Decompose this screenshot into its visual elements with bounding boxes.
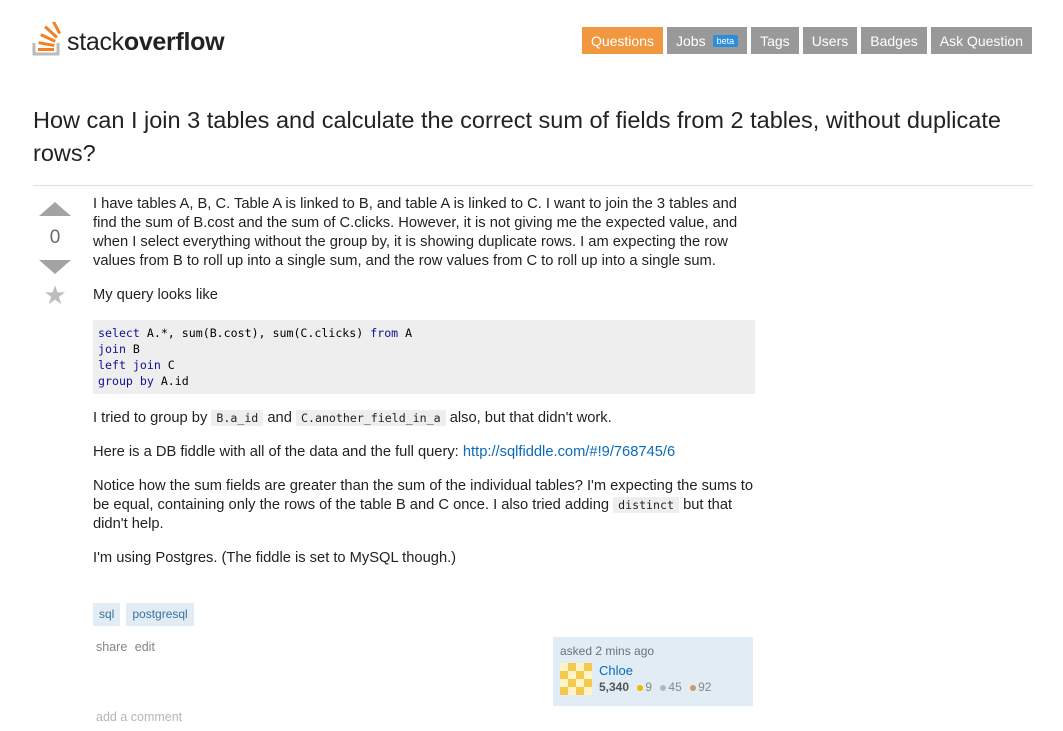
post-paragraph: Here is a DB fiddle with all of the data… bbox=[93, 444, 676, 460]
nav-jobs-label: Jobs bbox=[676, 32, 706, 49]
vote-cell: 0 ★ bbox=[38, 200, 72, 308]
share-link[interactable]: share bbox=[96, 640, 127, 654]
inline-code: C.another_field_in_a bbox=[296, 410, 446, 426]
beta-badge: beta bbox=[712, 34, 739, 47]
bronze-badge-count: 92 bbox=[698, 680, 712, 694]
fiddle-link[interactable]: http://sqlfiddle.com/#!9/768745/6 bbox=[463, 444, 675, 460]
site-logo[interactable]: stackoverflow bbox=[32, 20, 225, 56]
nav-tags[interactable]: Tags bbox=[751, 27, 799, 54]
gold-badge-count: 9 bbox=[645, 680, 653, 694]
silver-badge-count: 45 bbox=[668, 680, 682, 694]
bronze-badge-icon bbox=[690, 684, 697, 691]
user-reputation: 5,340 9 45 92 bbox=[599, 680, 711, 694]
post-tags: sql postgresql bbox=[93, 603, 194, 626]
post-paragraph: Notice how the sum fields are greater th… bbox=[93, 478, 754, 532]
user-card: asked 2 mins ago Chloe 5,340 9 45 92 bbox=[553, 637, 753, 706]
gold-badge-icon bbox=[637, 684, 644, 691]
add-comment-link[interactable]: add a comment bbox=[96, 710, 182, 724]
post-menu: share edit bbox=[96, 640, 159, 654]
avatar[interactable] bbox=[560, 663, 592, 695]
asked-time: asked 2 mins ago bbox=[560, 644, 655, 658]
post-paragraph: I have tables A, B, C. Table A is linked… bbox=[93, 196, 738, 269]
nav-users[interactable]: Users bbox=[802, 27, 858, 54]
post-paragraph: I'm using Postgres. (The fiddle is set t… bbox=[93, 550, 457, 566]
logo-text: stackoverflow bbox=[67, 28, 225, 56]
post-body: I have tables A, B, C. Table A is linked… bbox=[93, 195, 755, 583]
title-divider bbox=[33, 185, 1033, 186]
code-block: select A.*, sum(B.cost), sum(C.clicks) f… bbox=[93, 320, 755, 394]
nav-jobs[interactable]: Jobs beta bbox=[667, 27, 748, 54]
inline-code: B.a_id bbox=[211, 410, 264, 426]
nav-ask-question[interactable]: Ask Question bbox=[930, 27, 1032, 54]
question-title[interactable]: How can I join 3 tables and calculate th… bbox=[33, 104, 1033, 170]
downvote-icon[interactable] bbox=[39, 260, 71, 274]
silver-badge-icon bbox=[660, 684, 667, 691]
favorite-star-icon[interactable]: ★ bbox=[38, 282, 72, 308]
upvote-icon[interactable] bbox=[39, 202, 71, 216]
reputation-score: 5,340 bbox=[599, 680, 630, 694]
stackoverflow-logo-icon bbox=[32, 22, 62, 56]
tag-postgresql[interactable]: postgresql bbox=[126, 603, 194, 626]
inline-code: distinct bbox=[613, 497, 679, 513]
nav-badges[interactable]: Badges bbox=[861, 27, 927, 54]
edit-link[interactable]: edit bbox=[135, 640, 155, 654]
post-paragraph: My query looks like bbox=[93, 287, 218, 303]
tag-sql[interactable]: sql bbox=[93, 603, 121, 626]
user-name-link[interactable]: Chloe bbox=[599, 663, 711, 678]
vote-count: 0 bbox=[49, 227, 61, 248]
post-paragraph: I tried to group by B.a_id and C.another… bbox=[93, 410, 612, 426]
nav-questions[interactable]: Questions bbox=[581, 27, 663, 54]
top-nav: Questions Jobs beta Tags Users Badges Ask… bbox=[581, 27, 1032, 54]
